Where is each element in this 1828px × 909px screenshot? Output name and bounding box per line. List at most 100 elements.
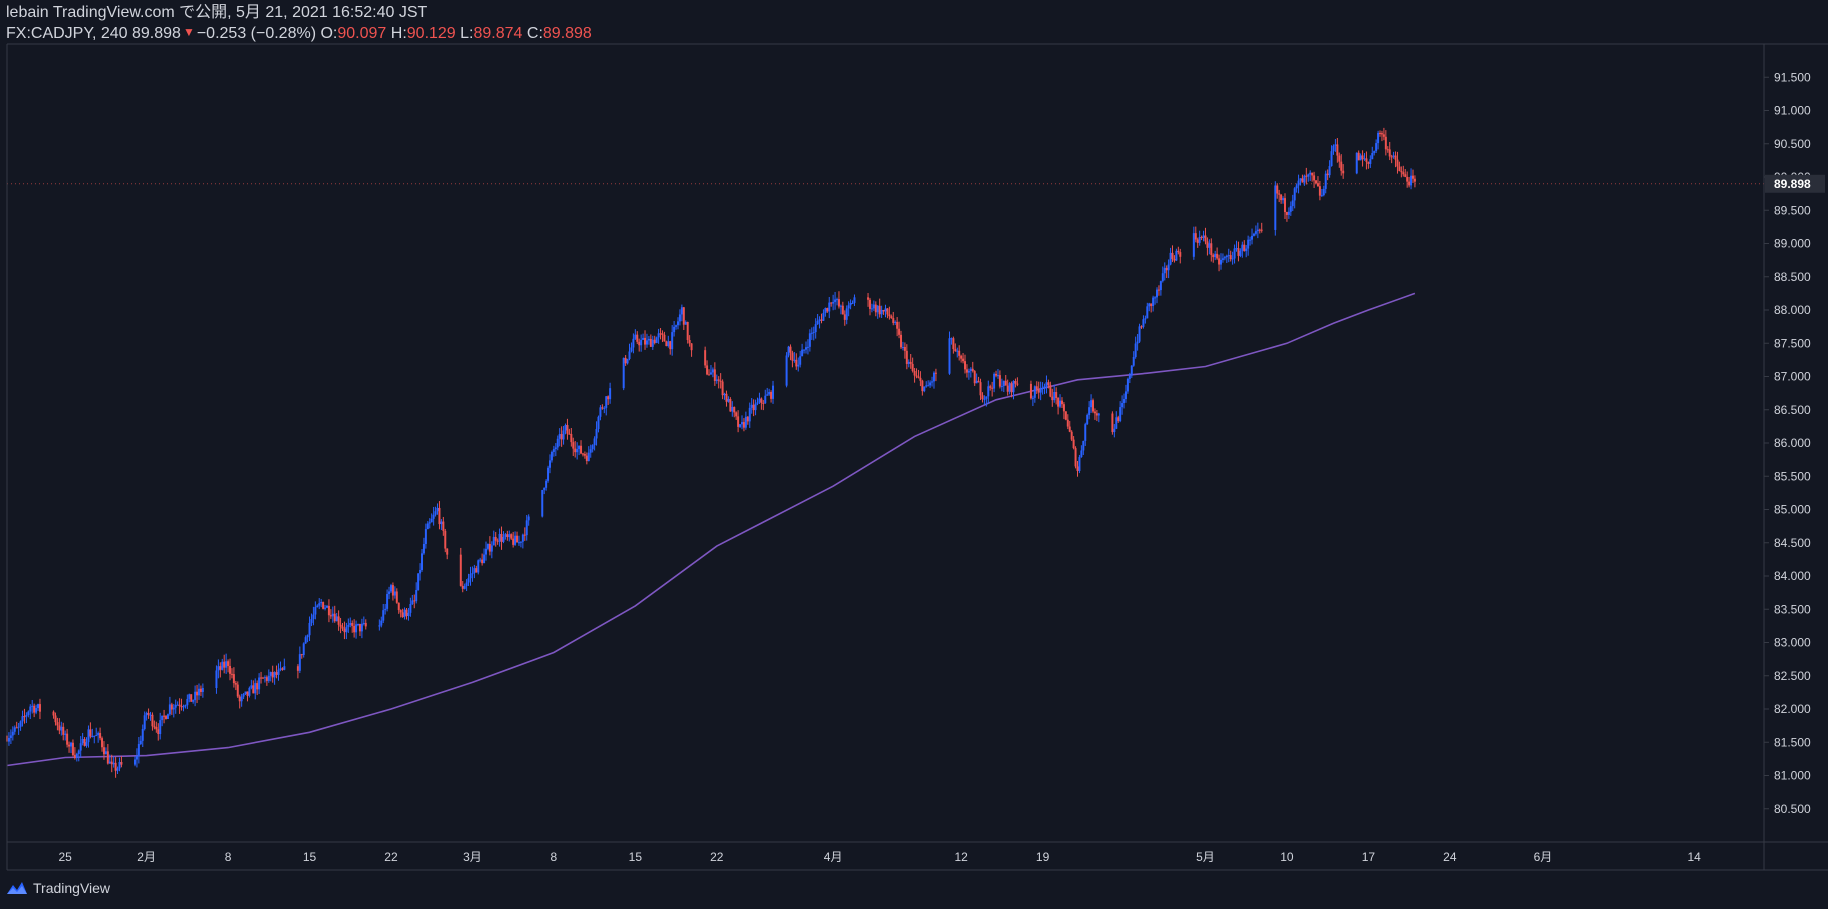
- candle-up: [983, 395, 986, 405]
- candle-down: [364, 619, 367, 630]
- candle-up: [75, 752, 78, 762]
- candle-body: [475, 568, 478, 573]
- candle-body: [750, 404, 753, 408]
- candle-up: [483, 548, 486, 564]
- candle-body: [339, 624, 342, 627]
- candle-body: [355, 624, 358, 633]
- candle-up: [541, 489, 544, 518]
- candle-body: [15, 727, 18, 729]
- candle-body: [1237, 248, 1240, 256]
- candle-down: [163, 709, 166, 724]
- candle-body: [267, 675, 270, 681]
- candle-down: [735, 411, 738, 420]
- candle-up: [870, 303, 873, 313]
- candle-body: [347, 625, 350, 627]
- candle-down: [1386, 146, 1389, 153]
- candle-up: [1324, 170, 1327, 194]
- candle-body: [973, 371, 976, 384]
- candle-body: [29, 706, 32, 712]
- candle-up: [95, 727, 98, 737]
- candle-body: [1198, 236, 1201, 243]
- candle-body: [638, 341, 641, 346]
- candle-up: [415, 582, 418, 604]
- candle-body: [971, 368, 974, 372]
- candle-up: [929, 380, 932, 388]
- candle-down: [795, 353, 798, 370]
- candle-body: [682, 307, 685, 325]
- candle-down: [1140, 325, 1143, 329]
- candle-down: [909, 354, 912, 369]
- candle-up: [634, 329, 637, 340]
- candle-up: [554, 443, 557, 457]
- candle-up: [651, 335, 654, 350]
- candle-body: [1177, 250, 1180, 253]
- candle-down: [1165, 265, 1168, 278]
- candle-down: [23, 708, 26, 724]
- candle-up: [932, 371, 935, 389]
- candle-body: [357, 623, 360, 625]
- candle-up: [428, 518, 431, 529]
- candle-body: [1254, 231, 1257, 234]
- candle-body: [1336, 144, 1339, 156]
- candle-up: [174, 699, 177, 714]
- candle-body: [54, 715, 57, 723]
- candle-body: [490, 545, 493, 552]
- candle-body: [308, 622, 311, 636]
- candle-body: [987, 386, 990, 397]
- candle-up: [87, 725, 90, 748]
- candle-body: [1045, 382, 1048, 387]
- candle-body: [599, 407, 602, 417]
- candle-body: [298, 654, 301, 671]
- candle-up: [1148, 302, 1151, 312]
- candle-body: [318, 603, 321, 606]
- candle-up: [564, 423, 567, 435]
- candle-up: [543, 487, 546, 495]
- candle-down: [1402, 165, 1405, 177]
- candle-up: [597, 415, 600, 433]
- candle-down: [1380, 130, 1383, 142]
- x-tick-label: 3月: [463, 850, 482, 864]
- candle-body: [1093, 411, 1096, 414]
- candle-body: [587, 452, 590, 462]
- candle-down: [500, 526, 503, 550]
- candle-down: [333, 605, 336, 623]
- y-tick-label: 91.000: [1774, 104, 1811, 118]
- candle-body: [1379, 132, 1382, 134]
- price-chart[interactable]: 80.500 81.000 81.500 82.000 82.500 83.000 83.5…: [0, 0, 1828, 909]
- candle-body: [1126, 378, 1129, 392]
- candle-body: [793, 359, 796, 361]
- candle-body: [360, 623, 363, 632]
- ohlc-legend[interactable]: FX:CADJPY, 240 89.898 ▼ −0.253 (−0.28%) O:…: [6, 23, 1828, 42]
- candle-up: [479, 557, 482, 563]
- candle-body: [932, 372, 935, 382]
- candle-up: [25, 712, 28, 724]
- candle-down: [1365, 151, 1368, 170]
- candle-body: [93, 735, 96, 737]
- candle-body: [1165, 267, 1168, 271]
- candle-body: [23, 716, 26, 718]
- candle-down: [165, 715, 168, 720]
- candle-down: [919, 371, 922, 387]
- candle-up: [1375, 139, 1378, 153]
- candle-body: [79, 743, 82, 751]
- candle-body: [962, 358, 965, 362]
- candle-body: [1031, 397, 1034, 399]
- candle-up: [485, 541, 488, 561]
- candle-down: [327, 599, 330, 623]
- candle-down: [638, 338, 641, 352]
- candle-down: [682, 306, 685, 331]
- symbol-interval[interactable]: FX:CADJPY, 240: [6, 25, 128, 42]
- candle-body: [514, 535, 517, 545]
- candle-body: [281, 668, 284, 670]
- candle-body: [1039, 388, 1042, 393]
- tradingview-brand[interactable]: TradingView: [6, 880, 110, 896]
- candle-up: [549, 454, 552, 474]
- candle-down: [337, 610, 340, 631]
- candle-down: [1313, 171, 1316, 188]
- axes[interactable]: 80.500 81.000 81.500 82.000 82.500 83.000 83.5…: [6, 43, 1828, 871]
- candle-body: [1363, 158, 1366, 160]
- candle-body: [1340, 161, 1343, 171]
- candle-up: [993, 372, 996, 393]
- candle-up: [263, 675, 266, 683]
- candle-up: [1241, 241, 1244, 258]
